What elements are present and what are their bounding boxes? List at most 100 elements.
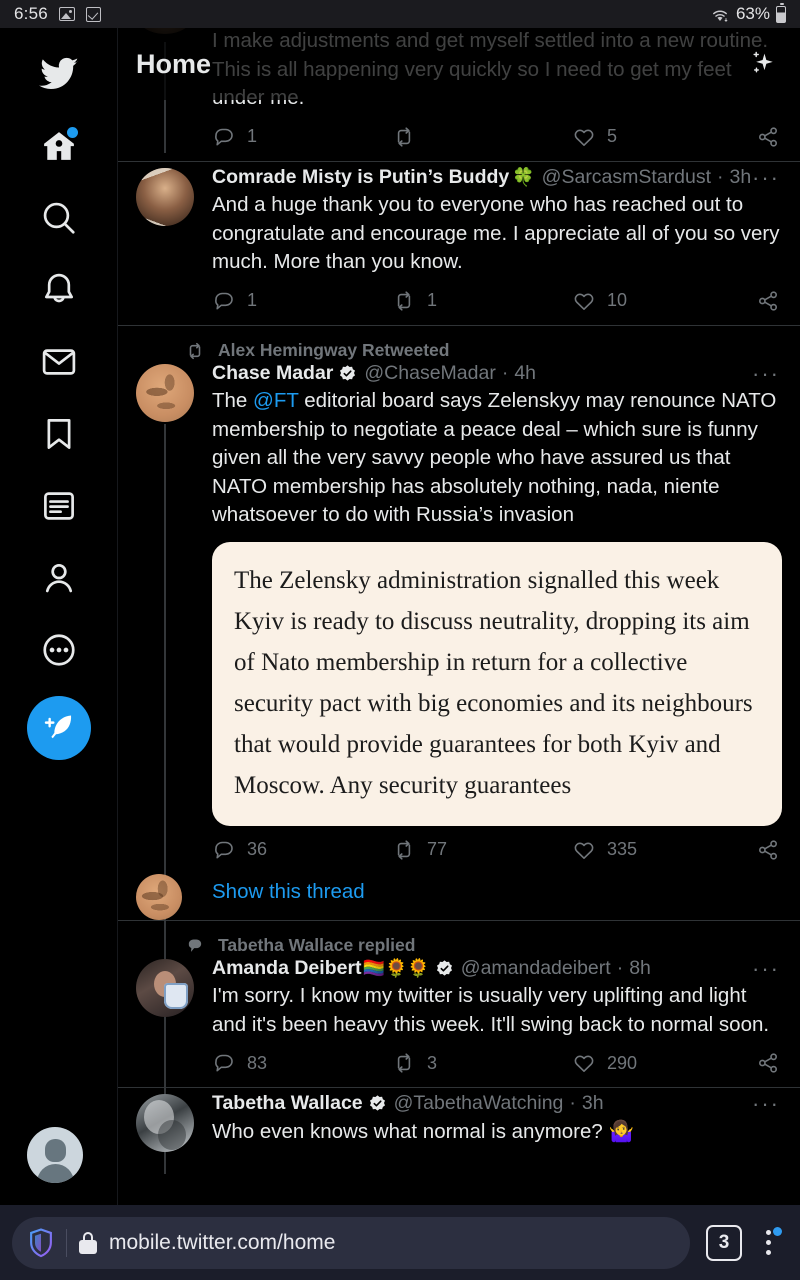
tweet-timestamp[interactable]: 8h [629, 958, 651, 979]
retweet-count: 1 [427, 290, 438, 310]
sidebar-item-twitter-logo[interactable] [27, 42, 91, 106]
tweet-text: And a huge thank you to everyone who has… [212, 193, 780, 273]
show-thread-link[interactable]: Show this thread [212, 874, 782, 920]
avatar[interactable] [136, 958, 194, 1017]
sidebar-item-home[interactable] [27, 114, 91, 178]
browser-menu-button[interactable] [748, 1223, 788, 1263]
lock-icon [79, 1231, 97, 1254]
tweet-content: Amanda Deibert 🏳️‍🌈🌻🌻 @amandadeibert · 8… [202, 957, 782, 1088]
tweet-chase-madar[interactable]: Alex Hemingway Retweeted Chase Madar @Ch… [118, 326, 800, 1174]
tweet-amanda-deibert[interactable]: Tabetha Wallace replied Amanda Deibert 🏳… [118, 921, 800, 1093]
like-action[interactable]: 290 [572, 1051, 752, 1075]
tweet-timestamp[interactable]: 3h [730, 167, 752, 188]
show-thread-content: Show this thread [202, 874, 782, 920]
author-handle[interactable]: @SarcasmStardust [542, 167, 711, 188]
like-action[interactable]: 335 [572, 838, 752, 862]
author-display-name[interactable]: Tabetha Wallace [212, 1093, 363, 1114]
tweet-text-before-mention: The [212, 389, 254, 412]
sidebar-item-more[interactable] [27, 618, 91, 682]
sidebar-item-bookmarks[interactable] [27, 402, 91, 466]
lock-body [79, 1239, 97, 1254]
reply-context-label[interactable]: Tabetha Wallace replied [218, 935, 415, 956]
reply-action[interactable]: 1 [212, 125, 392, 149]
reply-action[interactable]: 1 [212, 289, 392, 313]
avatar-column [136, 1094, 202, 1152]
tweet-misty[interactable]: Comrade Misty is Putin’s Buddy 🍀 @Sarcas… [118, 162, 800, 326]
tweet-timestamp[interactable]: 3h [582, 1093, 604, 1114]
meta-separator: · [569, 1092, 576, 1114]
author-handle[interactable]: @amandadeibert [461, 958, 611, 979]
sidebar-item-messages[interactable] [27, 330, 91, 394]
menu-dot [765, 1240, 771, 1245]
author-display-name[interactable]: Amanda Deibert [212, 958, 362, 979]
avatar[interactable] [136, 167, 194, 226]
compose-tweet-button[interactable] [26, 696, 91, 760]
like-action[interactable]: 5 [572, 125, 752, 149]
reply-count: 1 [247, 126, 258, 146]
tweet-tabetha-wallace[interactable]: Tabetha Wallace @TabethaWatching · 3h ··… [118, 1088, 800, 1152]
tweet-more-button[interactable]: ··· [752, 166, 782, 188]
show-thread-row[interactable]: Show this thread [136, 873, 782, 920]
sparkle-icon[interactable] [744, 47, 778, 81]
wifi-icon [710, 7, 730, 22]
author-display-name[interactable]: Chase Madar [212, 363, 333, 384]
retweet-context: Alex Hemingway Retweeted [136, 340, 782, 362]
retweet-icon [397, 126, 411, 147]
tweet-actions: 1 1 10 [212, 289, 782, 325]
profile-icon [45, 563, 72, 593]
tweet-more-button[interactable]: ··· [752, 362, 782, 384]
author-handle[interactable]: @TabethaWatching [394, 1093, 564, 1114]
share-action[interactable] [756, 838, 782, 862]
share-action[interactable] [756, 125, 782, 149]
heart-icon [574, 841, 594, 859]
reply-icon [215, 128, 233, 145]
retweet-action[interactable]: 77 [392, 838, 572, 862]
url-bar[interactable]: mobile.twitter.com/home [12, 1216, 690, 1269]
reply-bubble-icon [184, 935, 206, 957]
tab-count-button[interactable]: 3 [706, 1224, 742, 1261]
share-action[interactable] [756, 289, 782, 313]
verified-badge-icon [368, 1094, 387, 1113]
retweet-action[interactable]: 3 [392, 1051, 572, 1075]
sidebar-item-notifications[interactable] [27, 258, 91, 322]
tweet-timestamp[interactable]: 4h [514, 363, 536, 384]
tweet-actions: 83 3 290 [212, 1051, 782, 1087]
screenshot-quote-card[interactable]: The Zelensky administration signalled th… [212, 541, 782, 826]
search-icon [43, 202, 75, 234]
reply-action[interactable]: 36 [212, 838, 392, 862]
like-action[interactable]: 10 [572, 289, 752, 313]
url-text[interactable]: mobile.twitter.com/home [109, 1231, 335, 1255]
thread-connector [164, 1018, 166, 1093]
tweet-more-button[interactable]: ··· [752, 1092, 782, 1114]
share-action[interactable] [756, 1051, 782, 1075]
tweet-actions: 36 77 335 [212, 838, 782, 874]
meta-separator: · [501, 361, 509, 384]
avatar-small[interactable] [136, 873, 182, 920]
timeline-feed[interactable]: Home This news obviously means I'm going… [118, 28, 800, 1205]
author-handle[interactable]: @ChaseMadar [364, 363, 495, 384]
brave-shield-icon[interactable] [28, 1227, 54, 1258]
tweet-actions: 1 5 [212, 125, 782, 161]
avatar[interactable] [136, 1094, 194, 1152]
sidebar-item-profile[interactable] [27, 546, 91, 610]
reply-count: 1 [247, 290, 258, 310]
status-bar-right: 63% [710, 3, 786, 24]
verified-badge-icon [435, 959, 454, 978]
author-display-name[interactable]: Comrade Misty is Putin’s Buddy [212, 167, 509, 188]
avatar[interactable] [136, 363, 194, 422]
sidebar-item-lists[interactable] [27, 474, 91, 538]
tweet-more-button[interactable]: ··· [752, 957, 782, 979]
mention-link[interactable]: @FT [253, 389, 298, 412]
sidebar-account-avatar[interactable] [27, 1127, 83, 1183]
verified-badge-icon [338, 364, 357, 383]
avatar-column [136, 873, 202, 920]
retweet-icon [397, 290, 411, 311]
retweet-action[interactable]: 1 [392, 289, 572, 313]
retweet-context-label[interactable]: Alex Hemingway Retweeted [218, 340, 449, 361]
name-emoji: 🍀 [512, 167, 535, 188]
retweet-icon [397, 839, 411, 860]
menu-notification-badge [773, 1226, 782, 1236]
retweet-action[interactable] [392, 125, 572, 149]
reply-action[interactable]: 83 [212, 1051, 392, 1075]
sidebar-item-search[interactable] [27, 186, 91, 250]
